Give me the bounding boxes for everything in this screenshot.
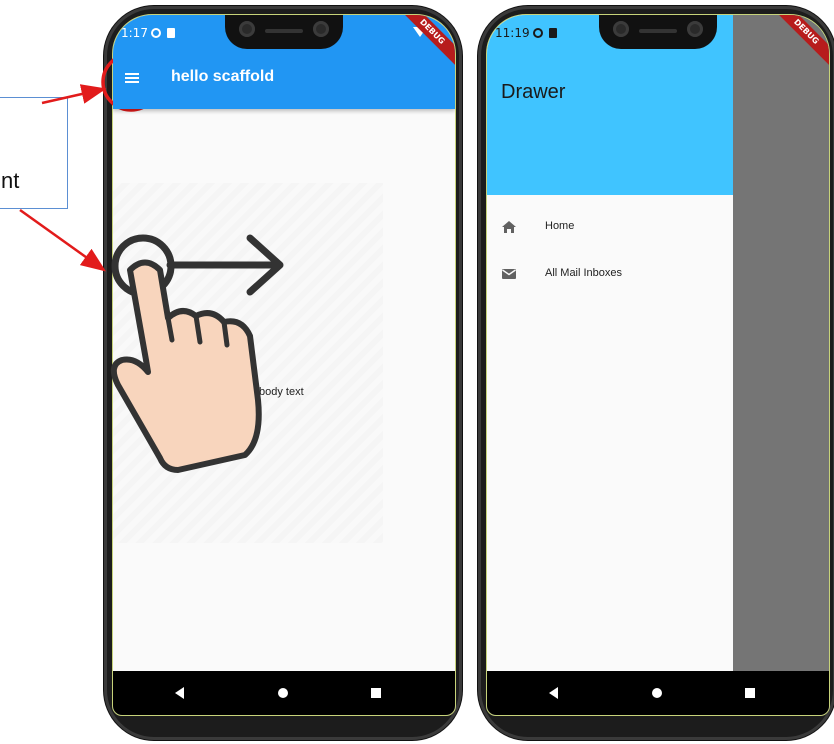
sd-card-icon bbox=[167, 28, 175, 38]
home-button-icon[interactable] bbox=[652, 688, 662, 698]
drawer-title: Drawer bbox=[501, 81, 566, 103]
screen-right: Drawer Home All Mail Inboxes 11:19 DEBUG bbox=[486, 14, 830, 716]
home-button-icon[interactable] bbox=[278, 688, 288, 698]
phone-right: Drawer Home All Mail Inboxes 11:19 DEBUG bbox=[478, 6, 834, 740]
mail-icon bbox=[502, 269, 516, 279]
drawer-item-mail[interactable]: All Mail Inboxes bbox=[487, 254, 733, 294]
drawer-scrim[interactable] bbox=[733, 15, 829, 715]
drawer-item-label: Home bbox=[545, 220, 575, 232]
drawer-item-home[interactable]: Home bbox=[487, 207, 733, 247]
notification-icon bbox=[533, 28, 543, 38]
nav-bar bbox=[487, 671, 829, 715]
camera-icon bbox=[313, 21, 329, 37]
recents-icon[interactable] bbox=[371, 688, 381, 698]
back-icon[interactable] bbox=[549, 687, 558, 699]
app-bar-title: hello scaffold bbox=[171, 68, 275, 85]
home-icon bbox=[502, 221, 516, 233]
speaker-grille bbox=[265, 29, 303, 33]
sd-card-icon bbox=[549, 28, 557, 38]
body-area[interactable] bbox=[113, 183, 383, 543]
status-time: 1:17 bbox=[121, 26, 148, 40]
callout-text: nt bbox=[1, 168, 20, 193]
body-text: body text bbox=[259, 386, 304, 398]
camera-icon bbox=[613, 21, 629, 37]
phone-left: 1:17 DEBUG body text hello scaffold bbox=[104, 6, 462, 740]
notch bbox=[599, 15, 717, 49]
recents-icon[interactable] bbox=[745, 688, 755, 698]
notification-icon bbox=[151, 28, 161, 38]
speaker-grille bbox=[639, 29, 677, 33]
annotation-callout: nt bbox=[0, 97, 68, 209]
notch bbox=[225, 15, 343, 49]
drawer-item-label: All Mail Inboxes bbox=[545, 267, 623, 279]
camera-icon bbox=[239, 21, 255, 37]
annotation-arrow bbox=[19, 208, 107, 272]
screen-left: 1:17 DEBUG body text hello scaffold bbox=[112, 14, 456, 716]
status-time: 11:19 bbox=[495, 26, 530, 40]
nav-bar bbox=[113, 671, 455, 715]
back-icon[interactable] bbox=[175, 687, 184, 699]
camera-icon bbox=[687, 21, 703, 37]
navigation-drawer: Drawer Home All Mail Inboxes bbox=[487, 15, 733, 715]
menu-icon[interactable] bbox=[125, 73, 139, 83]
